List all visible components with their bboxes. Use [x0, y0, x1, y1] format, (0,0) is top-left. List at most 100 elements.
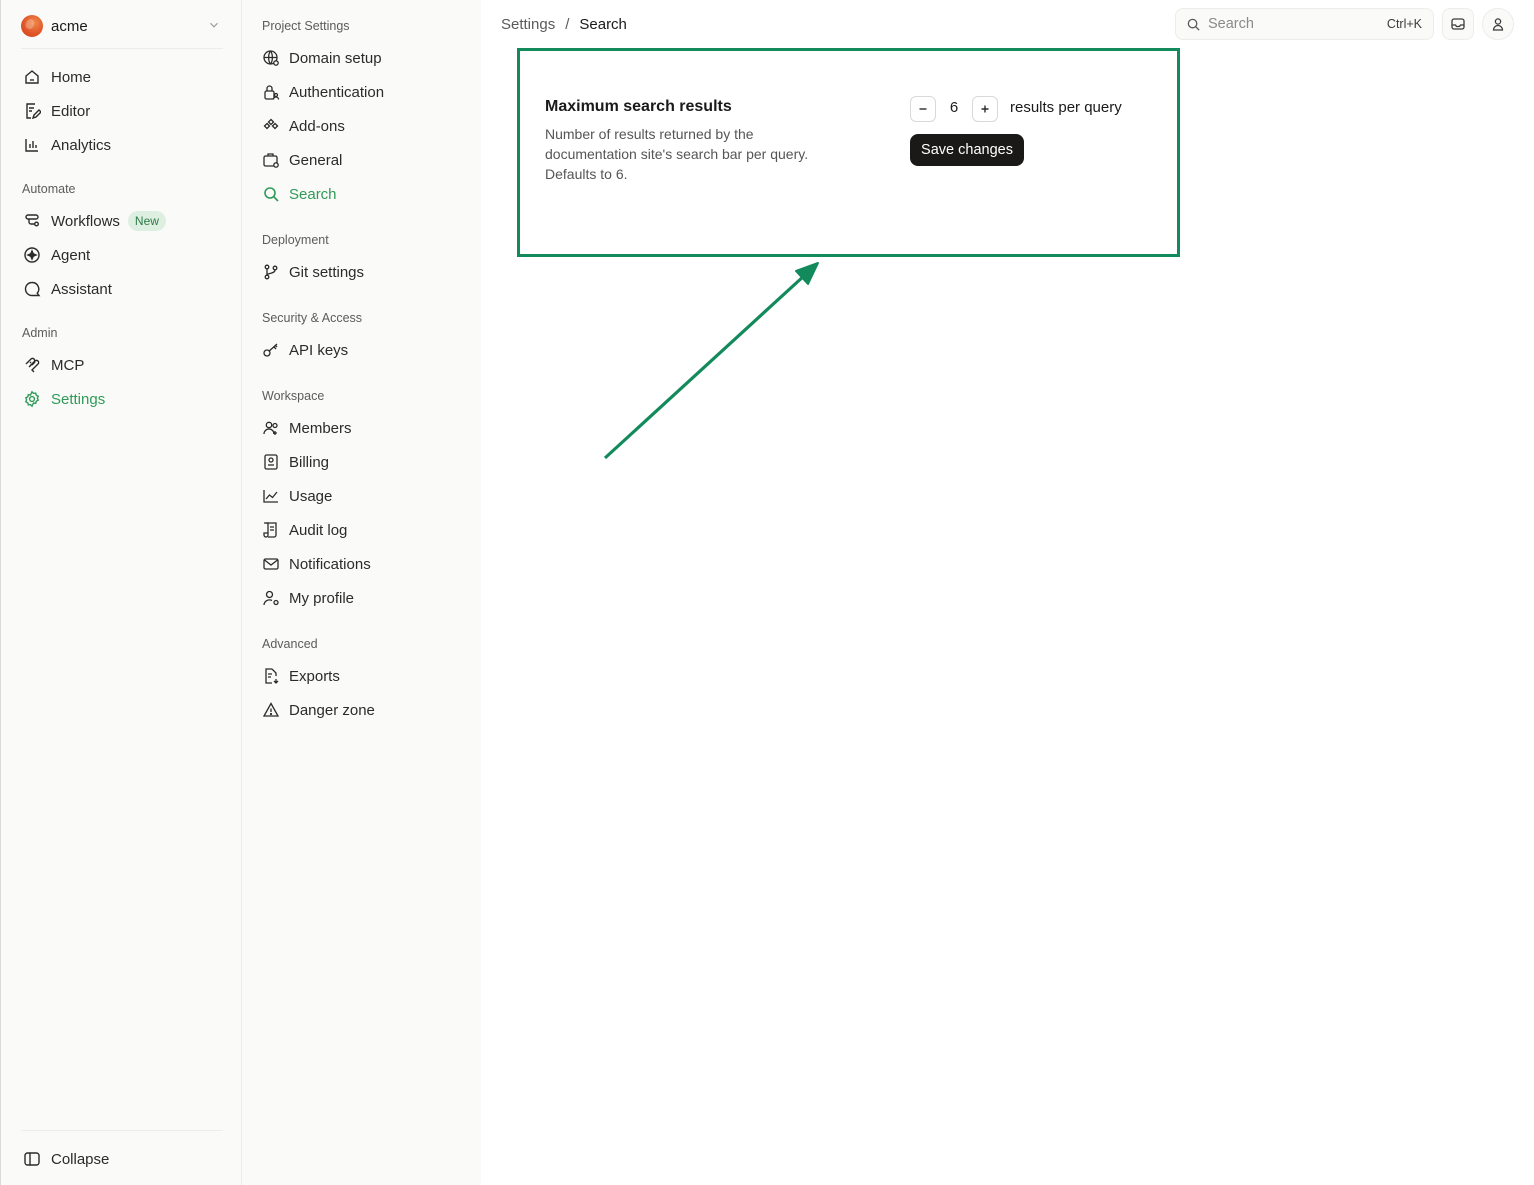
- settings-item-domain-setup[interactable]: Domain setup: [262, 43, 462, 73]
- home-icon: [25, 70, 39, 84]
- new-badge: New: [127, 211, 166, 231]
- users-icon: [263, 421, 278, 435]
- sidebar-item-settings[interactable]: Settings: [21, 384, 223, 414]
- inbox-icon: [1451, 18, 1465, 30]
- sidebar-collapse-icon: [24, 1152, 40, 1166]
- settings-item-api-keys[interactable]: API keys: [262, 335, 462, 365]
- org-logo: [21, 15, 43, 37]
- settings-item-label: Git settings: [289, 263, 365, 281]
- chevron-down-icon: [210, 22, 218, 28]
- settings-item-label: Billing: [289, 453, 330, 471]
- settings-item-label: API keys: [289, 341, 349, 359]
- settings-item-billing[interactable]: Billing: [262, 447, 462, 477]
- sidebar-item-workflows[interactable]: Workflows New: [21, 206, 223, 236]
- sidebar-item-analytics[interactable]: Analytics: [21, 130, 223, 160]
- section-title-deployment: Deployment: [262, 233, 329, 247]
- plus-icon: [981, 105, 989, 113]
- increment-button[interactable]: [972, 96, 998, 122]
- section-title-security-access: Security & Access: [262, 311, 363, 325]
- line-chart-icon: [263, 490, 278, 503]
- settings-item-label: Members: [289, 419, 352, 437]
- sidebar-item-label: MCP: [51, 356, 85, 374]
- sidebar-item-label: Home: [51, 68, 92, 86]
- breadcrumb: Settings / Search: [501, 14, 627, 34]
- sidebar-item-label: Settings: [51, 390, 106, 408]
- settings-item-search[interactable]: Search: [262, 179, 462, 209]
- sidebar-item-editor[interactable]: Editor: [21, 96, 223, 126]
- results-unit-label: results per query: [1010, 99, 1122, 116]
- collapse-label: Collapse: [51, 1150, 110, 1168]
- settings-item-label: Exports: [289, 667, 340, 685]
- sidebar-item-label: Assistant: [51, 280, 112, 298]
- billing-icon: [264, 454, 278, 470]
- primary-sidebar: acme Home Editor Analytics Automate Work…: [0, 0, 242, 1185]
- section-title-admin: Admin: [22, 326, 58, 340]
- user-icon: [1492, 18, 1504, 31]
- settings-nav: Project Settings Domain setup Authentica…: [242, 0, 481, 1185]
- sidebar-item-assistant[interactable]: Assistant: [21, 274, 223, 304]
- settings-item-my-profile[interactable]: My profile: [262, 583, 462, 613]
- gear-icon: [24, 390, 40, 408]
- sidebar-item-agent[interactable]: Agent: [21, 240, 223, 270]
- edit-icon: [26, 103, 41, 120]
- breadcrumb-parent[interactable]: Settings: [501, 16, 555, 33]
- org-name: acme: [51, 17, 88, 35]
- divider: [21, 48, 223, 49]
- sidebar-item-label: Analytics: [51, 136, 112, 154]
- annotation-arrow: [603, 262, 819, 460]
- key-icon: [263, 343, 278, 357]
- settings-item-git-settings[interactable]: Git settings: [262, 257, 462, 287]
- save-changes-button[interactable]: Save changes: [910, 134, 1024, 166]
- agent-icon: [24, 247, 40, 263]
- divider: [21, 1130, 223, 1131]
- settings-item-audit-log[interactable]: Audit log: [262, 515, 462, 545]
- section-title-automate: Automate: [22, 182, 76, 196]
- settings-item-general[interactable]: General: [262, 145, 462, 175]
- settings-item-label: Audit log: [289, 521, 348, 539]
- sidebar-item-home[interactable]: Home: [21, 62, 223, 92]
- settings-item-notifications[interactable]: Notifications: [262, 549, 462, 579]
- scroll-log-icon: [263, 522, 277, 538]
- add-ons-icon: [263, 118, 279, 130]
- setting-description: Number of results returned by the docume…: [545, 126, 809, 182]
- settings-item-add-ons[interactable]: Add-ons: [262, 111, 462, 141]
- sidebar-item-label: Editor: [51, 102, 91, 120]
- settings-item-label: Add-ons: [289, 117, 345, 135]
- settings-item-label: Danger zone: [289, 701, 375, 719]
- settings-item-danger-zone[interactable]: Danger zone: [262, 695, 462, 725]
- breadcrumb-current: Search: [579, 15, 627, 33]
- workflow-icon: [25, 214, 39, 227]
- sidebar-item-label: Workflows: [51, 212, 120, 230]
- settings-item-authentication[interactable]: Authentication: [262, 77, 462, 107]
- global-search[interactable]: Ctrl+K: [1175, 8, 1434, 40]
- bar-chart-icon: [25, 139, 38, 152]
- settings-item-label: Notifications: [289, 555, 371, 573]
- breadcrumb-separator: /: [565, 15, 570, 33]
- settings-item-label: General: [289, 151, 343, 169]
- mcp-icon: [25, 357, 40, 373]
- settings-item-members[interactable]: Members: [262, 413, 462, 443]
- warning-icon: [262, 702, 280, 717]
- settings-item-label: Usage: [289, 487, 333, 505]
- decrement-button[interactable]: [910, 96, 936, 122]
- settings-item-usage[interactable]: Usage: [262, 481, 462, 511]
- section-title-advanced: Advanced: [262, 637, 318, 651]
- minus-icon: [919, 108, 927, 110]
- globe-gear-icon: [263, 50, 279, 66]
- collapse-button[interactable]: Collapse: [21, 1144, 223, 1174]
- results-count-value[interactable]: 6: [940, 99, 968, 116]
- org-switcher[interactable]: acme: [21, 12, 223, 40]
- mail-icon: [263, 558, 279, 570]
- settings-item-label: Search: [289, 185, 337, 203]
- user-menu-button[interactable]: [1482, 8, 1514, 40]
- file-export-icon: [265, 668, 279, 684]
- search-input[interactable]: [1208, 16, 1378, 32]
- sidebar-item-mcp[interactable]: MCP: [21, 350, 223, 380]
- user-gear-icon: [263, 590, 279, 606]
- settings-item-label: My profile: [289, 589, 355, 607]
- section-title-project-settings: Project Settings: [262, 19, 350, 33]
- search-icon: [1187, 18, 1200, 31]
- inbox-button[interactable]: [1442, 8, 1474, 40]
- settings-item-exports[interactable]: Exports: [262, 661, 462, 691]
- section-title-workspace: Workspace: [262, 389, 325, 403]
